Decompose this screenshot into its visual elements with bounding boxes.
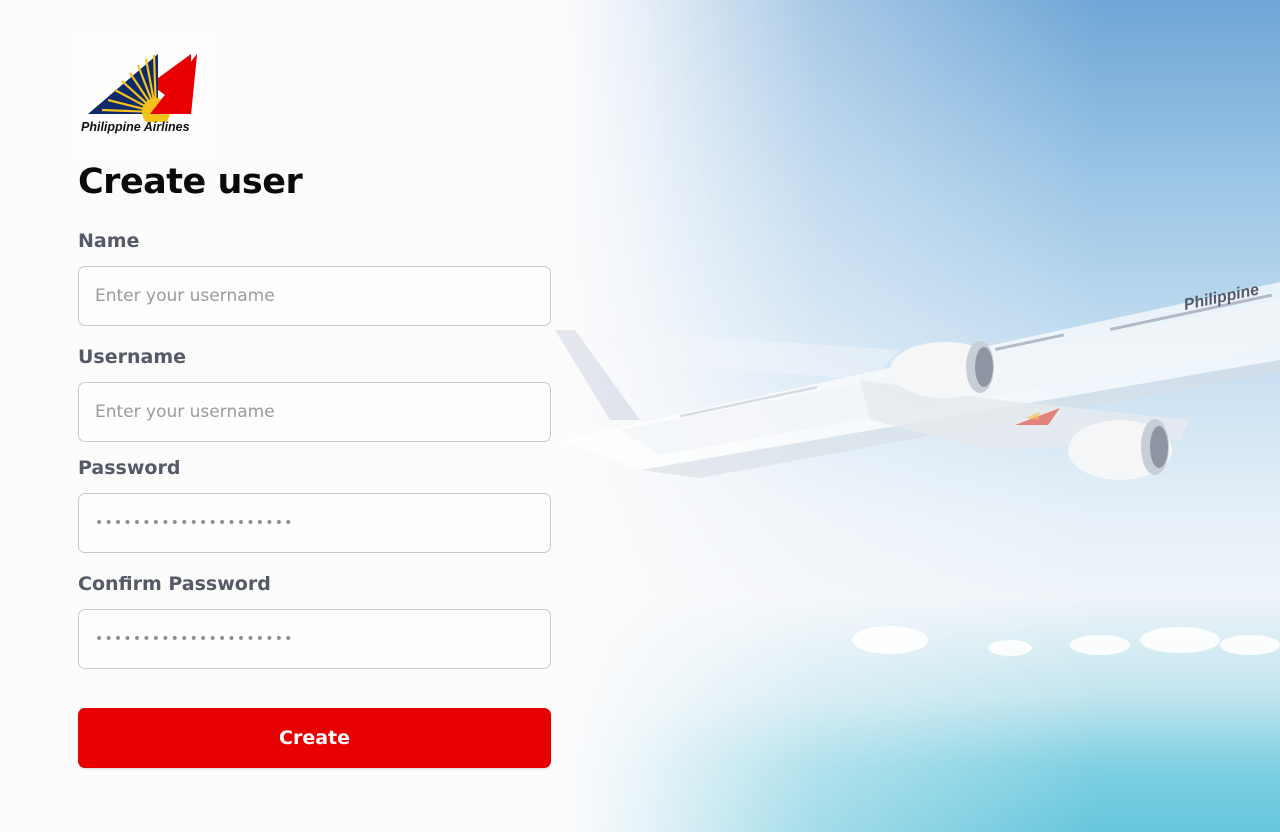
confirm-password-label: Confirm Password — [78, 573, 271, 595]
create-button[interactable]: Create — [78, 708, 551, 768]
password-label: Password — [78, 457, 181, 479]
philippine-airlines-logo: Philippine Airlines — [78, 32, 210, 160]
page-title: Create user — [78, 162, 303, 202]
name-label: Name — [78, 230, 140, 252]
username-label: Username — [78, 346, 187, 368]
create-user-panel: Philippine Airlines Create user Name Use… — [0, 0, 551, 832]
name-input[interactable] — [78, 266, 551, 326]
password-input[interactable]: ••••••••••••••••••••• — [78, 493, 551, 553]
logo-text: Philippine Airlines — [81, 120, 190, 134]
username-input[interactable] — [78, 382, 551, 442]
logo-mark-icon — [88, 54, 197, 126]
confirm-password-input[interactable]: ••••••••••••••••••••• — [78, 609, 551, 669]
